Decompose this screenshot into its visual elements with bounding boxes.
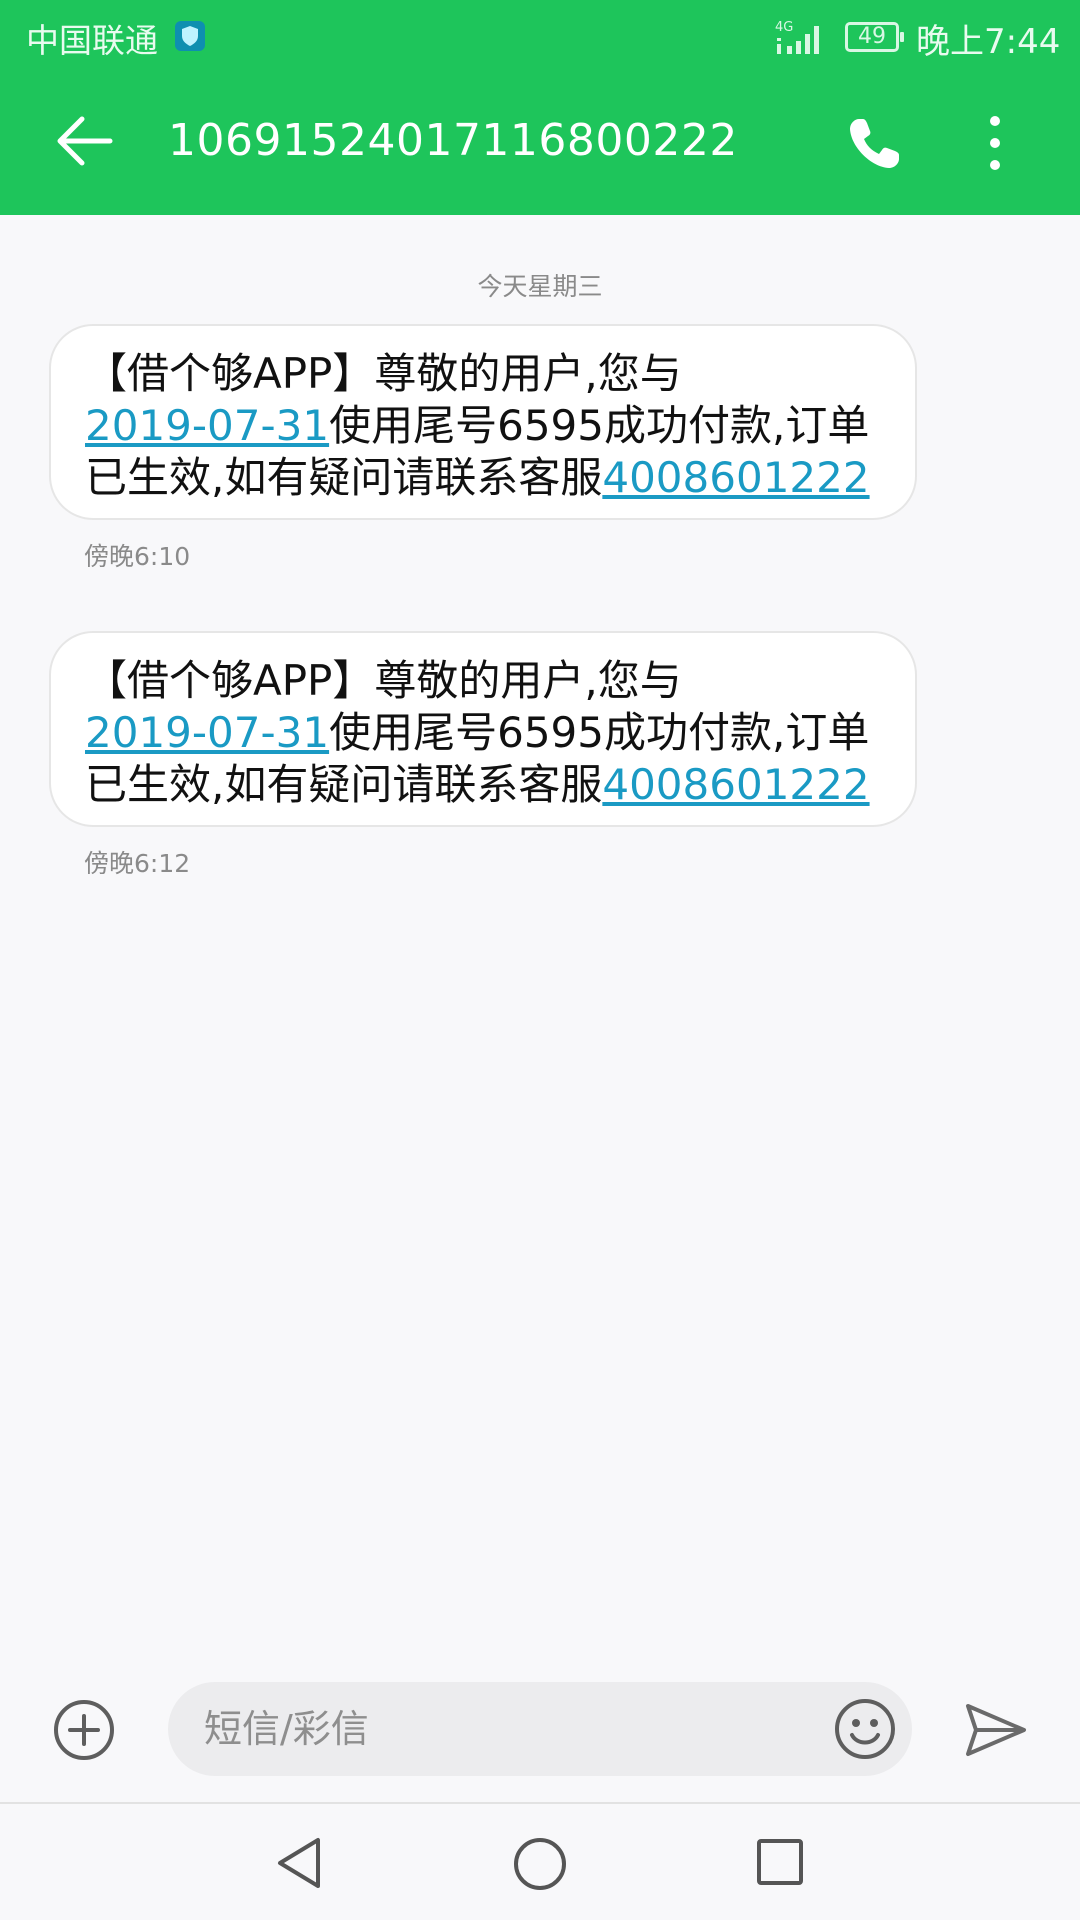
message-text: 已生效,如有疑问请联系客服: [85, 453, 603, 502]
message-input-placeholder: 短信/彩信: [204, 1707, 369, 1751]
message-text: 使用尾号6595成功付款,订单: [329, 708, 870, 757]
message-line: 【借个够APP】尊敬的用户,您与: [85, 656, 682, 705]
shield-icon: [175, 21, 205, 51]
back-arrow-icon[interactable]: [52, 109, 116, 173]
add-attachment-icon[interactable]: [52, 1698, 116, 1762]
date-separator: 今天星期三: [477, 272, 603, 301]
message-bubble[interactable]: 【借个够APP】尊敬的用户,您与 2019-07-31使用尾号6595成功付款,…: [49, 324, 917, 520]
message-line: 已生效,如有疑问请联系客服4008601222: [85, 452, 875, 504]
nav-recents-icon[interactable]: [756, 1838, 804, 1886]
phone-link[interactable]: 4008601222: [602, 760, 869, 809]
network-type-label: 4G: [775, 20, 793, 35]
more-menu-icon[interactable]: [980, 111, 1010, 175]
emoji-icon[interactable]: [833, 1697, 897, 1761]
message-input[interactable]: 短信/彩信: [168, 1682, 912, 1776]
message-line: 2019-07-31使用尾号6595成功付款,订单: [85, 400, 875, 452]
app-bar: 10691524017116800222: [0, 75, 1080, 215]
conversation-title: 10691524017116800222: [168, 115, 738, 166]
status-bar: 中国联通 4G 49 晚上7:44: [0, 0, 1080, 75]
status-time: 晚上7:44: [916, 22, 1061, 62]
system-nav-bar: [0, 1804, 1080, 1920]
phone-link[interactable]: 4008601222: [602, 453, 869, 502]
carrier-name: 中国联通: [26, 21, 158, 60]
signal-icon: 4G: [775, 20, 819, 54]
message-line: 已生效,如有疑问请联系客服4008601222: [85, 759, 875, 811]
send-icon[interactable]: [964, 1700, 1028, 1760]
nav-back-icon[interactable]: [274, 1836, 324, 1890]
message-line: 2019-07-31使用尾号6595成功付款,订单: [85, 707, 875, 759]
date-link[interactable]: 2019-07-31: [85, 708, 329, 757]
nav-home-icon[interactable]: [512, 1836, 568, 1892]
date-link[interactable]: 2019-07-31: [85, 401, 329, 450]
message-bubble[interactable]: 【借个够APP】尊敬的用户,您与 2019-07-31使用尾号6595成功付款,…: [49, 631, 917, 827]
message-text: 使用尾号6595成功付款,订单: [329, 401, 870, 450]
message-time: 傍晚6:10: [84, 542, 191, 571]
message-line: 【借个够APP】尊敬的用户,您与: [85, 349, 682, 398]
message-text: 已生效,如有疑问请联系客服: [85, 760, 603, 809]
battery-indicator: 49: [845, 22, 904, 52]
message-time: 傍晚6:12: [84, 849, 191, 878]
phone-call-icon[interactable]: [845, 115, 903, 173]
